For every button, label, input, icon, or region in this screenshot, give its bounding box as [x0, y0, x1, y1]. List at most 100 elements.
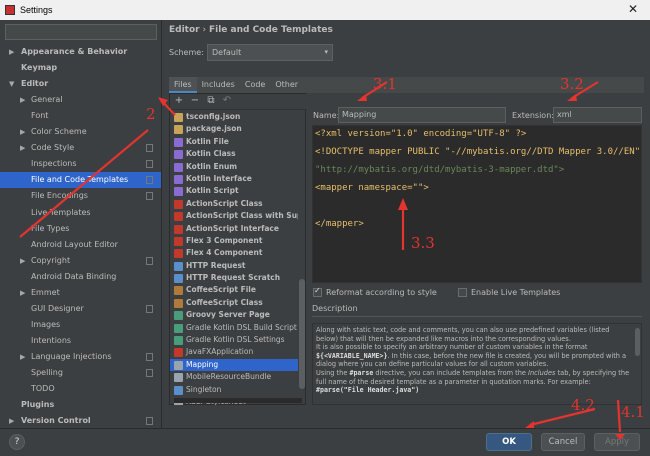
reformat-option[interactable]: Reformat according to style	[313, 286, 437, 297]
template-code-editor[interactable]: <?xml version="1.0" encoding="UTF-8" ?> …	[312, 125, 642, 283]
sidebar-item-general[interactable]: ▶ General	[0, 92, 161, 108]
chevron-right-icon[interactable]: ▶	[20, 124, 25, 140]
file-type-icon	[174, 286, 183, 296]
sidebar-item-live-templates[interactable]: Live Templates	[0, 205, 161, 221]
close-icon[interactable]: ✕	[628, 2, 638, 16]
sidebar-item-inspections[interactable]: Inspections	[0, 156, 161, 172]
chevron-right-icon[interactable]: ▶	[20, 92, 25, 108]
sidebar-item-android-layout-editor[interactable]: Android Layout Editor	[0, 237, 161, 253]
chevron-right-icon[interactable]: ▶	[20, 349, 25, 365]
file-type-icon	[174, 385, 183, 395]
sidebar-item-gui-designer[interactable]: GUI Designer	[0, 301, 161, 317]
extension-label: Extension:	[512, 111, 554, 120]
list-scrollbar[interactable]	[299, 279, 305, 389]
template-list-item[interactable]: Kotlin Script	[170, 185, 298, 197]
list-horizontal-scrollbar[interactable]	[174, 398, 302, 403]
file-type-icon	[174, 249, 183, 259]
template-list-item[interactable]: tsconfig.json	[170, 111, 298, 123]
template-list-item[interactable]: package.json	[170, 123, 298, 135]
sidebar-item-keymap[interactable]: Keymap	[0, 60, 161, 76]
template-name: Gradle Kotlin DSL Build Script	[186, 322, 297, 332]
apply-button[interactable]: Apply	[594, 433, 640, 451]
chevron-right-icon[interactable]: ▶	[20, 285, 25, 301]
project-scope-icon	[146, 256, 153, 265]
tab-other[interactable]: Other	[270, 77, 303, 93]
sidebar-item-spelling[interactable]: Spelling	[0, 365, 161, 381]
annotation-label: 3.2	[560, 75, 584, 93]
sidebar-item-plugins[interactable]: Plugins	[0, 397, 161, 413]
chevron-right-icon[interactable]: ▶	[9, 413, 14, 429]
sidebar-item-code-style[interactable]: ▶ Code Style	[0, 140, 161, 156]
breadcrumb-leaf: File and Code Templates	[208, 25, 333, 35]
tab-code[interactable]: Code	[240, 77, 270, 93]
template-list-item[interactable]: Mapping	[170, 358, 298, 372]
sidebar-item-label: Language Injections	[31, 351, 112, 361]
name-input[interactable]: Mapping	[338, 107, 506, 123]
template-list-item[interactable]: ActionScript Class	[170, 198, 298, 210]
scheme-select[interactable]: Default ▾	[207, 44, 333, 61]
reset-icon[interactable]: ↶	[221, 95, 233, 107]
template-list-item[interactable]: Kotlin Enum	[170, 161, 298, 173]
template-list-item[interactable]: Kotlin File	[170, 136, 298, 148]
reformat-checkbox[interactable]	[313, 286, 322, 297]
template-list-item[interactable]: Groovy Server Page	[170, 309, 298, 321]
template-list-item[interactable]: Gradle Kotlin DSL Settings	[170, 334, 298, 346]
chevron-right-icon[interactable]: ▶	[9, 44, 14, 60]
annotation-label: 3.3	[411, 234, 435, 252]
live-templates-checkbox[interactable]	[458, 288, 467, 297]
tab-includes[interactable]: Includes	[197, 77, 240, 93]
template-list-item[interactable]: HTTP Request	[170, 260, 298, 272]
template-list-item[interactable]: Kotlin Class	[170, 148, 298, 160]
description-scrollbar[interactable]	[635, 328, 640, 356]
annotation-label: 4.1	[621, 403, 645, 421]
sidebar-item-color-scheme[interactable]: ▶ Color Scheme	[0, 124, 161, 140]
template-list-item[interactable]: ActionScript Interface	[170, 223, 298, 235]
chevron-down-icon[interactable]: ▼	[9, 76, 14, 92]
cancel-button[interactable]: Cancel	[541, 433, 585, 451]
template-list-item[interactable]: Kotlin Interface	[170, 173, 298, 185]
sidebar-item-language-injections[interactable]: ▶ Language Injections	[0, 349, 161, 365]
template-list-item[interactable]: Singleton	[170, 384, 298, 396]
sidebar-item-appearance-behavior[interactable]: ▶ Appearance & Behavior	[0, 44, 161, 60]
sidebar-item-copyright[interactable]: ▶ Copyright	[0, 253, 161, 269]
settings-search-input[interactable]	[5, 24, 157, 40]
live-templates-option[interactable]: Enable Live Templates	[458, 288, 560, 297]
template-list-item[interactable]: HTTP Request Scratch	[170, 272, 298, 284]
template-list-item[interactable]: MobileResourceBundle	[170, 371, 298, 383]
sidebar-item-images[interactable]: Images	[0, 317, 161, 333]
sidebar-item-emmet[interactable]: ▶ Emmet	[0, 285, 161, 301]
template-list-item[interactable]: CoffeeScript File	[170, 284, 298, 296]
chevron-right-icon[interactable]: ▶	[20, 253, 25, 269]
sidebar-item-file-encodings[interactable]: File Encodings	[0, 188, 161, 204]
description-paragraph: Using the #parse directive, you can incl…	[316, 368, 630, 386]
sidebar-item-android-data-binding[interactable]: Android Data Binding	[0, 269, 161, 285]
template-list-item[interactable]: JavaFXApplication	[170, 346, 298, 358]
sidebar-item-editor[interactable]: ▼ Editor	[0, 76, 161, 92]
sidebar-item-label: Keymap	[21, 63, 58, 73]
sidebar-item-todo[interactable]: TODO	[0, 381, 161, 397]
sidebar-item-label: Intentions	[31, 335, 72, 345]
sidebar-item-label: Images	[31, 319, 61, 329]
help-button[interactable]: ?	[9, 434, 25, 450]
remove-icon[interactable]: −	[189, 95, 201, 107]
file-type-icon	[174, 348, 183, 358]
copy-icon[interactable]: ⧉	[205, 95, 217, 107]
sidebar-item-version-control[interactable]: ▶ Version Control	[0, 413, 161, 429]
sidebar-item-font[interactable]: Font	[0, 108, 161, 124]
template-list-item[interactable]: ActionScript Class with Supers	[170, 210, 298, 222]
chevron-right-icon[interactable]: ▶	[20, 140, 25, 156]
template-list-item[interactable]: CoffeeScript Class	[170, 297, 298, 309]
sidebar-item-file-and-code-templates[interactable]: File and Code Templates	[0, 172, 161, 189]
sidebar-item-file-types[interactable]: File Types	[0, 221, 161, 237]
template-list-item[interactable]: Flex 3 Component	[170, 235, 298, 247]
template-list-item[interactable]: Flex 4 Component	[170, 247, 298, 259]
template-name: Kotlin File	[186, 136, 229, 146]
template-list-item[interactable]: Gradle Kotlin DSL Build Script	[170, 322, 298, 334]
ok-button[interactable]: OK	[486, 433, 532, 451]
sidebar-item-label: Android Data Binding	[31, 271, 117, 281]
extension-input[interactable]: xml	[553, 107, 642, 123]
sidebar-item-intentions[interactable]: Intentions	[0, 333, 161, 349]
tab-files[interactable]: Files	[169, 77, 197, 93]
code-line: <mapper namespace="">	[315, 183, 429, 193]
add-icon[interactable]: +	[173, 95, 185, 107]
